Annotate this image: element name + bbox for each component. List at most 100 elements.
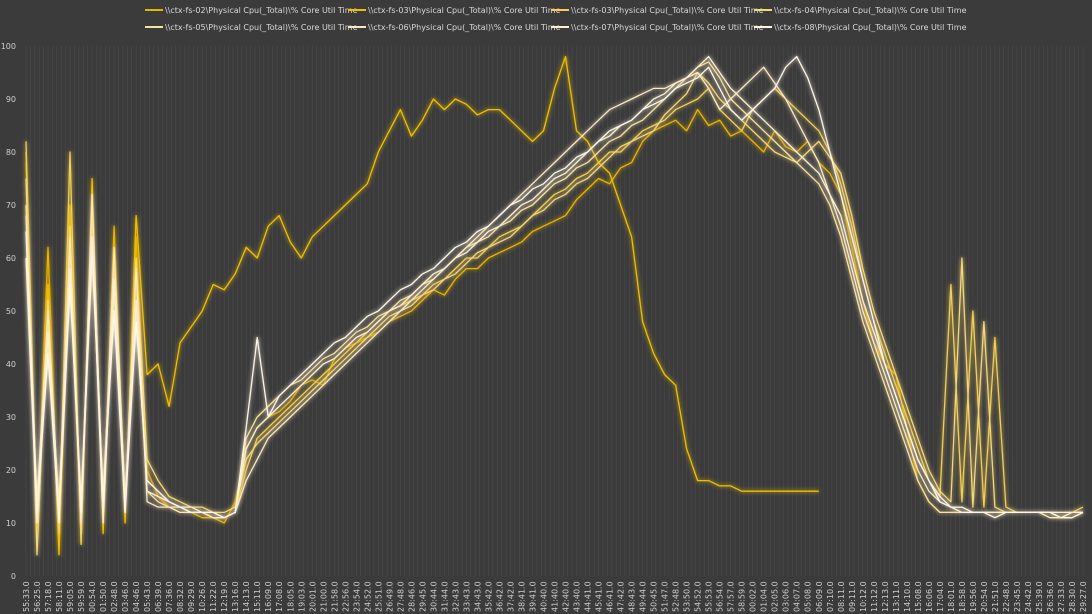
x-tick-label: 03:06.0	[782, 581, 791, 612]
x-tick-label: 32:43.0	[451, 581, 460, 612]
x-tick-label: 07:36.0	[165, 581, 174, 612]
x-tick-label: 19:03.0	[297, 581, 306, 612]
x-tick-label: 15:11.0	[253, 581, 262, 612]
legend-entry: \\ctx-fs-05\Physical Cpu(_Total)\% Core …	[165, 23, 358, 32]
x-tick-label: 36:42.0	[495, 581, 504, 612]
x-tick-label: 33:43.0	[462, 581, 471, 612]
x-tick-label: 11:22.0	[209, 581, 218, 612]
y-tick-label: 90	[6, 95, 16, 104]
x-tick-label: 59:59.0	[77, 581, 86, 612]
x-tick-label: 00:54.0	[88, 581, 97, 612]
x-tick-label: 07:10.0	[826, 581, 835, 612]
x-tick-label: 23:54.0	[352, 581, 361, 612]
y-tick-label: 100	[1, 42, 16, 51]
x-tick-label: 02:05.0	[771, 581, 780, 612]
legend-entry: \\ctx-fs-07\Physical Cpu(_Total)\% Core …	[571, 23, 764, 32]
x-tick-label: 16:09.0	[264, 581, 273, 612]
x-tick-label: 08:32.0	[176, 581, 185, 612]
x-tick-label: 31:44.0	[440, 581, 449, 612]
x-tick-label: 19:56.0	[969, 581, 978, 612]
x-tick-label: 55:33.0	[22, 581, 31, 612]
legend-entry: \\ctx-fs-03\Physical Cpu(_Total)\% Core …	[368, 6, 561, 15]
legend-entry: \\ctx-fs-06\Physical Cpu(_Total)\% Core …	[368, 23, 561, 32]
x-tick-label: 22:56.0	[341, 581, 350, 612]
x-tick-label: 41:40.0	[551, 581, 560, 612]
x-tick-label: 47:42.0	[617, 581, 626, 612]
x-tick-label: 46:41.0	[606, 581, 615, 612]
x-tick-label: 06:09.0	[815, 581, 824, 612]
x-tick-label: 28:46.0	[407, 581, 416, 612]
x-tick-label: 25:51.0	[374, 581, 383, 612]
x-tick-label: 10:26.0	[198, 581, 207, 612]
y-tick-label: 60	[6, 254, 16, 263]
x-tick-label: 28:30.0	[1068, 581, 1077, 612]
x-tick-label: 17:04.0	[936, 581, 945, 612]
legend-entry: \\ctx-fs-02\Physical Cpu(_Total)\% Core …	[165, 6, 358, 15]
x-tick-label: 05:43.0	[143, 581, 152, 612]
x-tick-label: 58:59.0	[738, 581, 747, 612]
x-tick-label: 13:16.0	[231, 581, 240, 612]
x-tick-label: 16:06.0	[925, 581, 934, 612]
x-tick-label: 42:40.0	[562, 581, 571, 612]
x-tick-label: 14:10.0	[903, 581, 912, 612]
x-tick-label: 17:08.0	[275, 581, 284, 612]
x-tick-label: 54:52.0	[694, 581, 703, 612]
x-tick-label: 09:11.0	[848, 581, 857, 612]
x-tick-label: 27:48.0	[396, 581, 405, 612]
x-tick-label: 45:41.0	[595, 581, 604, 612]
x-tick-label: 22:48.0	[1002, 581, 1011, 612]
x-axis: 55:33.0 56:25.0 57:18.0 58:11.0 59:05.0 59:59…	[22, 581, 1088, 612]
x-tick-label: 52:48.0	[672, 581, 681, 612]
x-tick-label: 20:01.0	[308, 581, 317, 612]
x-tick-label: 43:40.0	[573, 581, 582, 612]
x-tick-label: 04:07.0	[793, 581, 802, 612]
x-tick-label: 26:36.0	[1046, 581, 1055, 612]
x-tick-label: 59:05.0	[66, 581, 75, 612]
x-tick-label: 20:54.0	[980, 581, 989, 612]
x-tick-label: 23:45.0	[1013, 581, 1022, 612]
x-tick-label: 27:33.0	[1057, 581, 1066, 612]
x-tick-label: 56:54.0	[716, 581, 725, 612]
x-tick-label: 21:00.0	[319, 581, 328, 612]
y-tick-label: 0	[11, 572, 16, 581]
x-tick-label: 18:05.0	[286, 581, 295, 612]
x-tick-label: 38:41.0	[517, 581, 526, 612]
x-tick-label: 18:58.0	[958, 581, 967, 612]
x-tick-label: 56:25.0	[33, 581, 42, 612]
x-tick-label: 06:39.0	[154, 581, 163, 612]
chart-background	[0, 0, 1092, 614]
legend-entry: \\ctx-fs-03\Physical Cpu(_Total)\% Core …	[571, 6, 764, 15]
y-tick-label: 20	[6, 466, 16, 475]
x-tick-label: 09:29.0	[187, 581, 196, 612]
x-tick-label: 35:42.0	[484, 581, 493, 612]
x-tick-label: 21:51.0	[991, 581, 1000, 612]
x-tick-label: 12:13.0	[881, 581, 890, 612]
x-tick-label: 51:47.0	[661, 581, 670, 612]
x-tick-label: 00:02.0	[749, 581, 758, 612]
y-tick-label: 40	[6, 360, 16, 369]
x-tick-label: 40:40.0	[539, 581, 548, 612]
cpu-line-chart: \\ctx-fs-02\Physical Cpu(_Total)\% Core …	[0, 0, 1092, 614]
x-tick-label: 57:57.0	[727, 581, 736, 612]
legend-entry: \\ctx-fs-04\Physical Cpu(_Total)\% Core …	[774, 6, 967, 15]
x-tick-label: 58:11.0	[55, 581, 64, 612]
x-tick-label: 01:04.0	[760, 581, 769, 612]
x-tick-label: 24:42.0	[1024, 581, 1033, 612]
x-tick-label: 15:08.0	[914, 581, 923, 612]
x-tick-label: 14:13.0	[242, 581, 251, 612]
x-tick-label: 34:43.0	[473, 581, 482, 612]
x-tick-label: 29:45.0	[418, 581, 427, 612]
x-tick-label: 39:41.0	[528, 581, 537, 612]
x-tick-label: 10:12.0	[859, 581, 868, 612]
x-tick-label: 26:49.0	[385, 581, 394, 612]
y-tick-label: 30	[6, 413, 16, 422]
x-tick-label: 01:50.0	[99, 581, 108, 612]
x-tick-label: 48:43.0	[628, 581, 637, 612]
x-tick-label: 37:42.0	[506, 581, 515, 612]
x-tick-label: 02:48.0	[110, 581, 119, 612]
x-tick-label: 50:45.0	[650, 581, 659, 612]
x-tick-label: 05:08.0	[804, 581, 813, 612]
x-tick-label: 24:52.0	[363, 581, 372, 612]
x-tick-label: 21:58.0	[330, 581, 339, 612]
x-tick-label: 03:46.0	[121, 581, 130, 612]
